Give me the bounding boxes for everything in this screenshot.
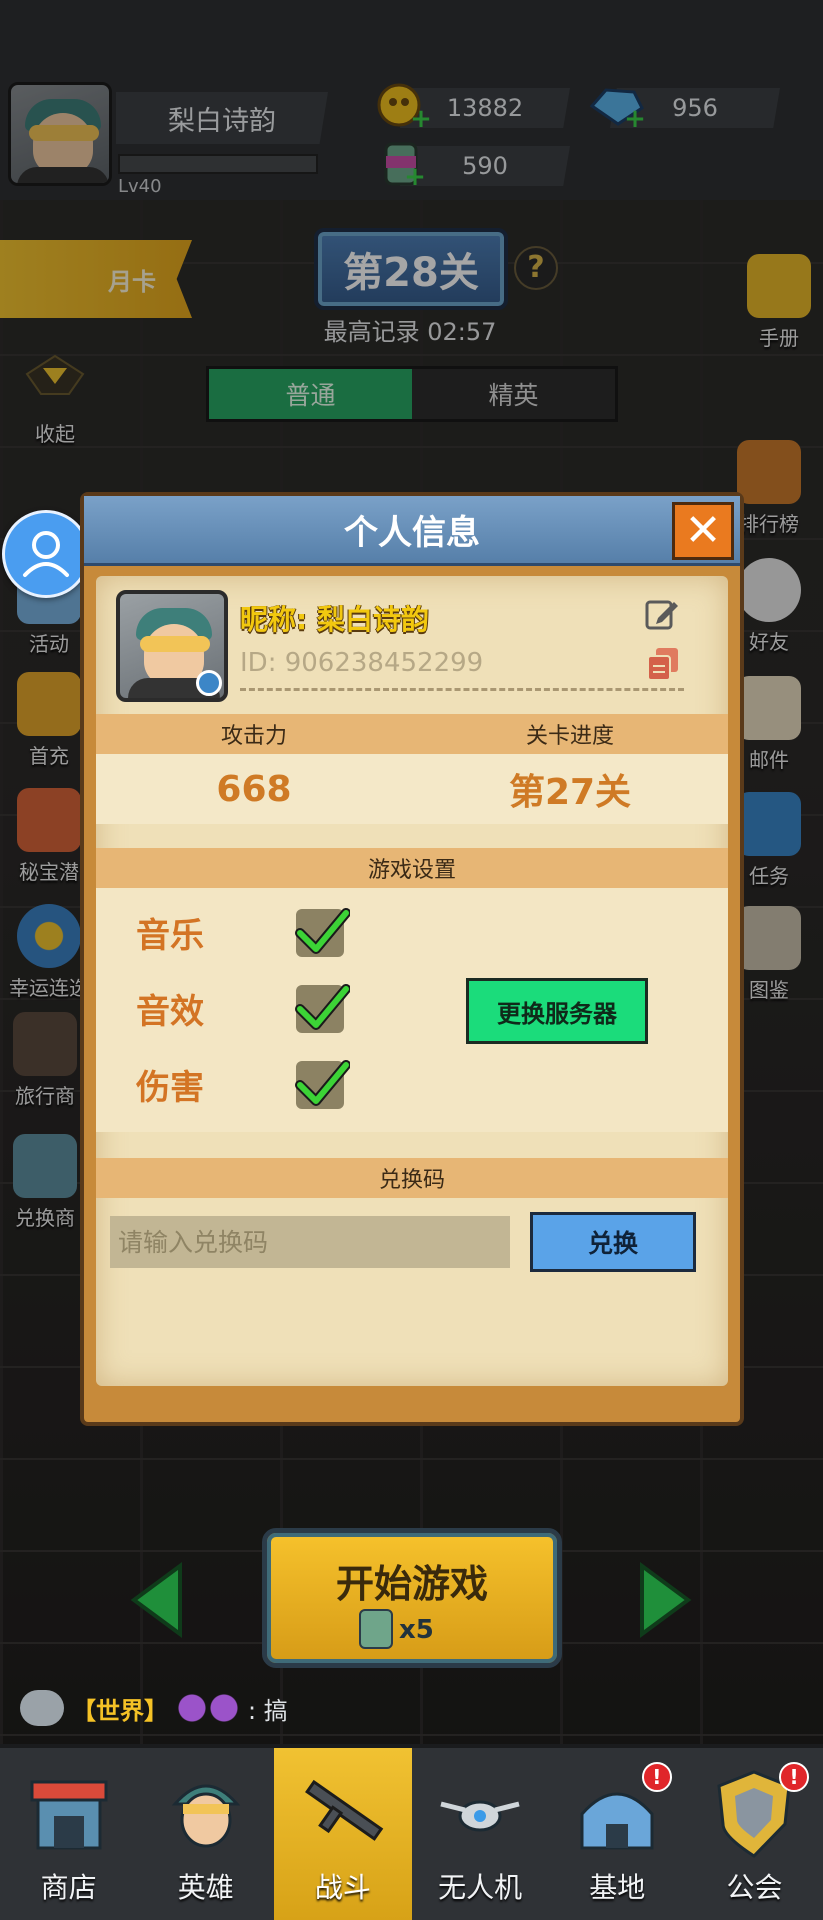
shop-icon [30, 1780, 108, 1850]
bottom-nav: 商店 英雄 战斗 无人机 基地 ! 公会 ! [0, 1744, 823, 1920]
nickname: 昵称: 梨白诗韵 [240, 603, 429, 636]
nav-guild[interactable]: 公会 ! [686, 1748, 823, 1920]
setting-damage: 伤害 [136, 1059, 350, 1109]
redeem-area: 兑换 [96, 1212, 728, 1292]
divider [240, 688, 684, 691]
alert-badge-icon: ! [779, 1762, 810, 1792]
profile-modal: 个人信息 ✕ 昵称: 梨白诗韵 ID: 906238452299 攻击力 关卡进… [80, 492, 744, 1426]
chat-channel: 【世界】 [72, 1696, 168, 1725]
start-game-button[interactable]: 开始游戏 x5 [262, 1528, 562, 1668]
floating-user-button[interactable] [2, 510, 90, 598]
stats-values: 668 第27关 [96, 754, 728, 824]
nav-drone[interactable]: 无人机 [412, 1748, 549, 1920]
drone-icon [440, 1800, 520, 1832]
music-checkbox[interactable] [295, 907, 350, 957]
sfx-checkbox[interactable] [295, 983, 350, 1033]
avatar-badge-icon [196, 670, 222, 696]
hero-icon [171, 1784, 241, 1848]
start-game-cost: x5 [399, 1615, 434, 1645]
chat-bar[interactable]: 【世界】 : 搞 [20, 1690, 288, 1726]
start-game-label: 开始游戏 [335, 1562, 488, 1606]
close-icon: ✕ [684, 505, 722, 556]
nav-label: 英雄 [177, 1871, 234, 1904]
alert-badge-icon: ! [641, 1762, 672, 1792]
progress-value: 第27关 [508, 772, 632, 813]
change-server-button[interactable]: 更换服务器 [466, 978, 648, 1044]
modal-title: 个人信息 [344, 513, 480, 553]
copy-icon[interactable] [646, 646, 680, 682]
checkmark-icon [295, 983, 350, 1030]
modal-content: 昵称: 梨白诗韵 ID: 906238452299 攻击力 关卡进度 668 第… [96, 576, 728, 1386]
attack-value: 668 [216, 768, 292, 810]
user-icon [23, 531, 69, 577]
rifle-icon [304, 1779, 384, 1841]
checkmark-icon [295, 907, 350, 954]
energy-can-icon [359, 1609, 393, 1649]
progress-label: 关卡进度 [525, 724, 614, 749]
nav-battle[interactable]: 战斗 [274, 1748, 412, 1920]
arrow-left-icon [130, 1562, 182, 1638]
nav-hero[interactable]: 英雄 [137, 1748, 274, 1920]
attack-label: 攻击力 [220, 724, 287, 749]
nav-label: 基地 [589, 1871, 646, 1904]
nav-base[interactable]: 基地 ! [549, 1748, 686, 1920]
setting-label: 伤害 [136, 1068, 204, 1108]
profile-avatar[interactable] [116, 590, 228, 702]
setting-label: 音效 [136, 992, 204, 1032]
redeem-title: 兑换码 [378, 1168, 445, 1193]
close-button[interactable]: ✕ [672, 502, 734, 560]
chat-bubble-icon [20, 1690, 64, 1726]
redeem-header: 兑换码 [96, 1158, 728, 1198]
prev-stage-button[interactable] [130, 1562, 184, 1638]
redeem-code-input[interactable] [110, 1216, 510, 1268]
chat-message: : 搞 [248, 1696, 288, 1725]
checkmark-icon [295, 1059, 350, 1106]
stats-header: 攻击力 关卡进度 [96, 714, 728, 754]
nav-label: 无人机 [438, 1871, 523, 1904]
settings-header: 游戏设置 [96, 848, 728, 888]
setting-label: 音乐 [136, 916, 204, 956]
next-stage-button[interactable] [638, 1562, 692, 1638]
modal-header: 个人信息 [84, 496, 740, 566]
setting-music: 音乐 [136, 907, 350, 957]
setting-sfx: 音效 [136, 983, 350, 1033]
nav-label: 公会 [726, 1871, 783, 1904]
nav-label: 战斗 [314, 1871, 371, 1904]
player-id: ID: 906238452299 [240, 648, 484, 678]
redeem-button[interactable]: 兑换 [530, 1212, 696, 1272]
nav-label: 商店 [40, 1871, 97, 1904]
emoji-icon [176, 1693, 240, 1723]
arrow-right-icon [640, 1562, 692, 1638]
nav-shop[interactable]: 商店 [0, 1748, 137, 1920]
settings-area: 音乐 音效 伤害 更换服务器 [96, 888, 728, 1132]
settings-title: 游戏设置 [367, 858, 456, 883]
edit-icon[interactable] [644, 596, 680, 632]
damage-checkbox[interactable] [295, 1059, 350, 1109]
